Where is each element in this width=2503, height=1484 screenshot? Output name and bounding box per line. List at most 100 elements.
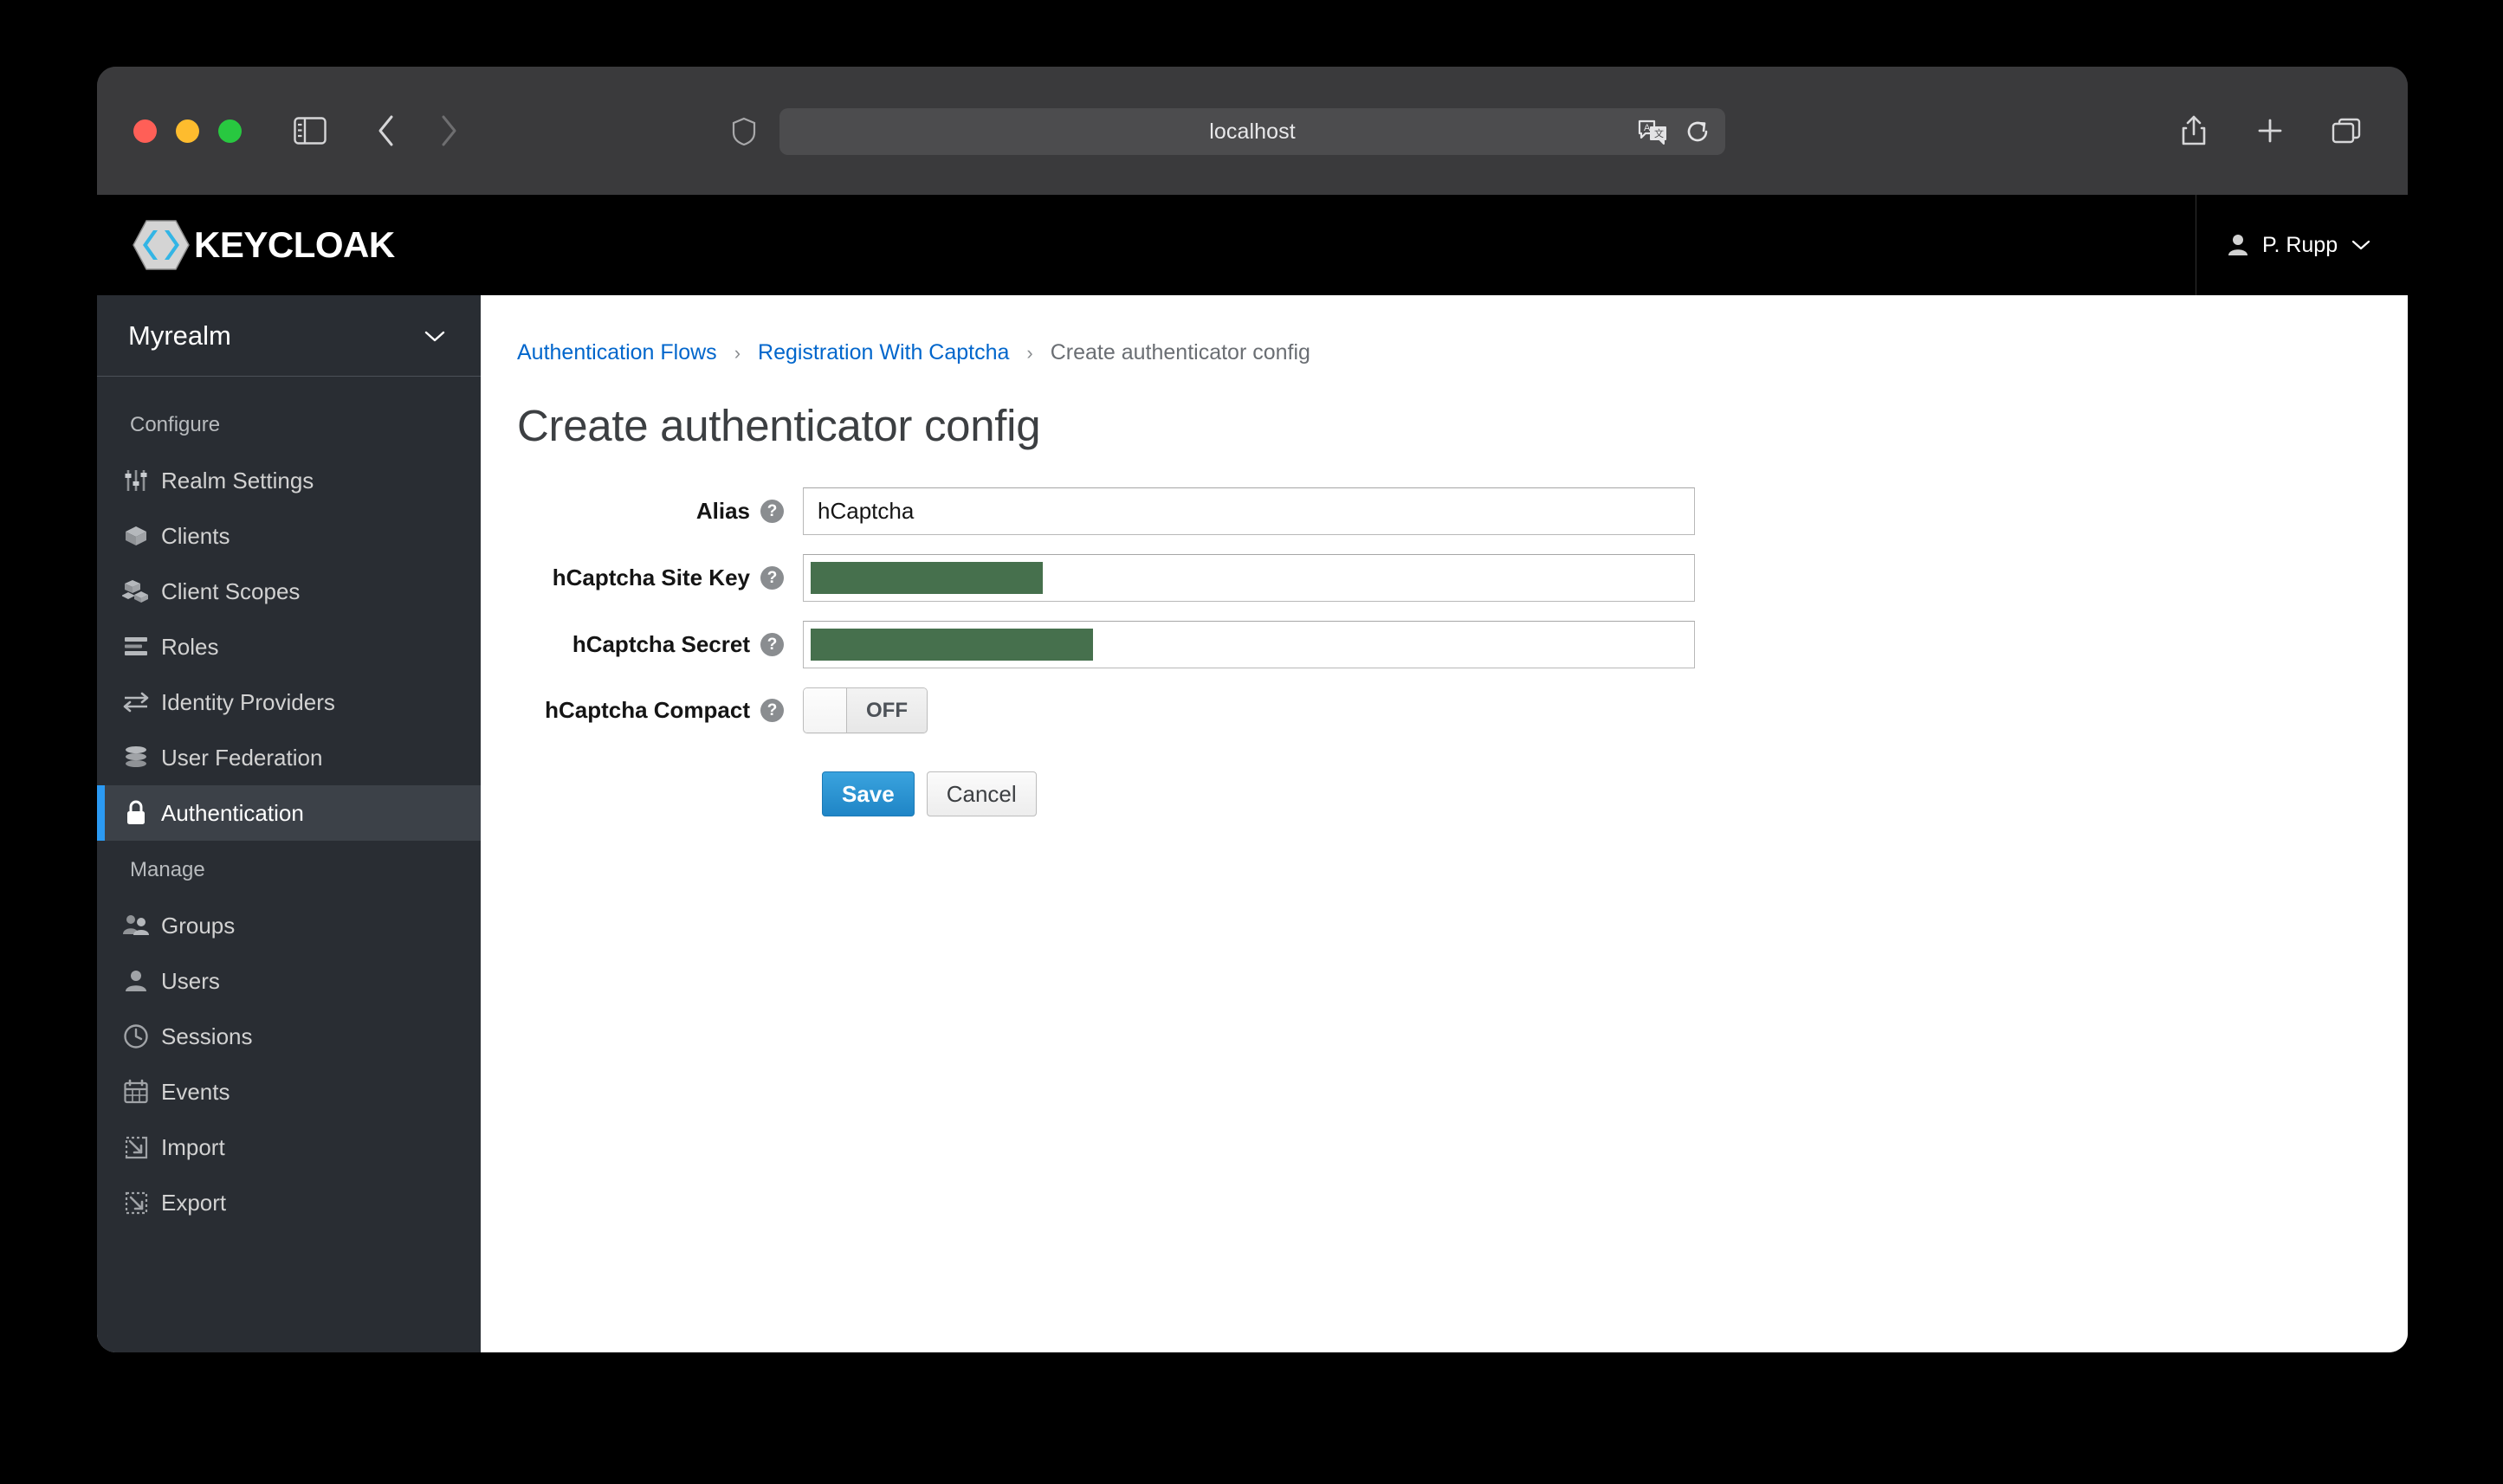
form-actions: Save Cancel [803, 771, 1773, 816]
hcaptcha-secret-label-text: hCaptcha Secret [572, 631, 750, 657]
url-field-actions: A 文 [1637, 118, 1711, 145]
sidebar-item-roles[interactable]: Roles [97, 619, 481, 674]
sidebar-toggle-icon[interactable] [290, 111, 330, 151]
sidebar-item-label: Identity Providers [161, 688, 335, 715]
form-row-hcaptcha-site-key: hCaptcha Site Key ? [517, 554, 1773, 602]
close-window-button[interactable] [133, 119, 157, 143]
sidebar-item-label: Sessions [161, 1023, 253, 1049]
sidebar-item-label: Users [161, 967, 220, 994]
chevron-down-icon [424, 329, 446, 343]
nav-section-configure-title: Configure [130, 413, 221, 436]
svg-text:A: A [1644, 123, 1651, 133]
cubes-icon [121, 577, 151, 606]
hcaptcha-site-key-label: hCaptcha Site Key ? [517, 565, 803, 591]
sidebar-item-label: Events [161, 1078, 230, 1105]
realm-selector[interactable]: Myrealm [97, 295, 481, 377]
sidebar-item-identity-providers[interactable]: Identity Providers [97, 674, 481, 730]
alias-input[interactable] [803, 487, 1695, 535]
user-avatar-icon [2228, 234, 2248, 256]
help-icon[interactable]: ? [760, 566, 784, 590]
sidebar-item-label: Export [161, 1189, 227, 1216]
list-rows-icon [121, 632, 151, 661]
brand-name: KEYCLOAK [194, 224, 395, 265]
hcaptcha-compact-toggle[interactable]: OFF [803, 687, 928, 733]
sidebar-item-realm-settings[interactable]: Realm Settings [97, 453, 481, 508]
breadcrumb-separator-icon: › [734, 341, 741, 364]
realm-name: Myrealm [128, 319, 231, 351]
sidebar-item-label: Groups [161, 912, 236, 939]
keycloak-logo[interactable]: KEYCLOAK [132, 219, 395, 271]
alias-label-text: Alias [695, 498, 750, 524]
sidebar-item-label: Authentication [161, 799, 304, 826]
calendar-icon [121, 1077, 151, 1107]
breadcrumb-item-registration-with-captcha[interactable]: Registration With Captcha [758, 340, 1009, 365]
save-button[interactable]: Save [822, 771, 915, 816]
sidebar-item-clients[interactable]: Clients [97, 508, 481, 564]
sidebar-item-label: Clients [161, 522, 230, 549]
cancel-button[interactable]: Cancel [926, 771, 1037, 816]
translate-icon[interactable]: A 文 [1637, 119, 1668, 145]
keycloak-app: KEYCLOAK P. Rupp Myrealm Configure Realm… [97, 195, 2408, 1352]
sidebar-item-users[interactable]: Users [97, 953, 481, 1009]
help-icon[interactable]: ? [760, 699, 784, 722]
sidebar-item-events[interactable]: Events [97, 1064, 481, 1119]
import-arrow-icon [121, 1132, 151, 1162]
alias-label: Alias ? [517, 498, 803, 525]
sidebar-item-user-federation[interactable]: User Federation [97, 730, 481, 785]
redaction-bar [811, 562, 1043, 594]
form-row-alias: Alias ? [517, 487, 1773, 535]
sidebar-item-label: Client Scopes [161, 577, 301, 604]
url-field[interactable]: localhost A 文 [732, 108, 1725, 155]
traffic-lights [133, 119, 242, 143]
database-icon [121, 743, 151, 772]
app-masthead: KEYCLOAK P. Rupp [97, 195, 2408, 295]
sidebar-nav: Configure Realm Settings Clients Client … [97, 377, 481, 1352]
clock-icon [121, 1022, 151, 1051]
titlebar-right-actions [2174, 111, 2366, 151]
sidebar-item-groups[interactable]: Groups [97, 898, 481, 953]
hcaptcha-site-key-label-text: hCaptcha Site Key [552, 565, 750, 590]
sidebar-item-authentication[interactable]: Authentication [97, 785, 481, 841]
form-row-hcaptcha-secret: hCaptcha Secret ? [517, 621, 1773, 668]
keycloak-hexagon-icon [133, 220, 190, 270]
redaction-bar [811, 629, 1093, 661]
minimize-window-button[interactable] [176, 119, 199, 143]
nav-back-icon[interactable] [366, 111, 406, 151]
share-icon[interactable] [2174, 111, 2214, 151]
page-title: Create authenticator config [517, 401, 1041, 450]
cube-icon [121, 521, 151, 551]
user-menu-label: P. Rupp [2262, 232, 2338, 257]
help-icon[interactable]: ? [760, 633, 784, 656]
shield-icon [731, 117, 757, 146]
form-row-hcaptcha-compact: hCaptcha Compact ? OFF [517, 687, 1773, 733]
hcaptcha-site-key-input[interactable] [803, 554, 1695, 602]
tab-overview-icon[interactable] [2326, 111, 2366, 151]
nav-section-manage-title: Manage [130, 858, 205, 881]
breadcrumb-separator-icon: › [1026, 341, 1033, 364]
breadcrumb: Authentication Flows › Registration With… [517, 340, 2408, 365]
export-arrow-icon [121, 1188, 151, 1217]
app-body: Myrealm Configure Realm Settings Clients… [97, 295, 2408, 1352]
hcaptcha-secret-input[interactable] [803, 621, 1695, 668]
sidebar: Myrealm Configure Realm Settings Clients… [97, 295, 481, 1352]
nav-forward-icon[interactable] [429, 111, 469, 151]
sidebar-item-import[interactable]: Import [97, 1119, 481, 1175]
sidebar-item-label: User Federation [161, 744, 323, 771]
toggle-knob [804, 688, 847, 732]
plus-icon[interactable] [2250, 111, 2290, 151]
sidebar-item-client-scopes[interactable]: Client Scopes [97, 564, 481, 619]
help-icon[interactable]: ? [760, 500, 784, 523]
sidebar-item-export[interactable]: Export [97, 1175, 481, 1230]
user-menu[interactable]: P. Rupp [2196, 195, 2408, 295]
toggle-state-label: OFF [847, 688, 927, 732]
exchange-arrows-icon [121, 687, 151, 717]
reload-icon[interactable] [1684, 118, 1711, 145]
hcaptcha-compact-label: hCaptcha Compact ? [517, 697, 803, 724]
maximize-window-button[interactable] [218, 119, 242, 143]
chevron-down-icon [2351, 239, 2370, 251]
user-icon [121, 966, 151, 996]
browser-titlebar: localhost A 文 [97, 67, 2408, 195]
breadcrumb-item-authentication-flows[interactable]: Authentication Flows [517, 340, 717, 365]
sliders-icon [121, 466, 151, 495]
sidebar-item-sessions[interactable]: Sessions [97, 1009, 481, 1064]
